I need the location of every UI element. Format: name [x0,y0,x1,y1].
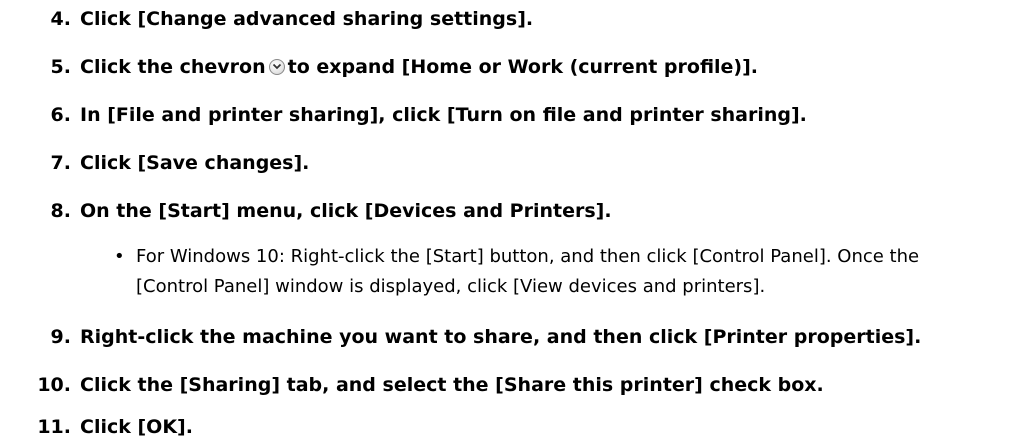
step-text: Right-click the machine you want to shar… [80,326,922,348]
step-text: In [File and printer sharing], click [Tu… [80,104,807,126]
step-number: 10. [37,374,71,396]
step-text: On the [Start] menu, click [Devices and … [80,200,612,222]
step-text: Click the [Sharing] tab, and select the … [80,374,824,396]
step-text-before: Click the chevron [80,56,266,78]
step-number: 9. [50,326,71,348]
step-number: 6. [50,104,71,126]
step-number: 4. [50,8,71,30]
step-number: 5. [50,56,71,78]
step-text: Click [Save changes]. [80,152,310,174]
note-text: For Windows 10: Right-click the [Start] … [136,246,920,297]
step-text: Click the chevron to expand [Home or Work… [80,55,758,79]
step-number: 8. [50,200,71,222]
step-number: 7. [50,152,71,174]
step-text: Click [OK]. [80,416,193,438]
step-text: Click [Change advanced sharing settings]… [80,8,534,30]
step-text-after: to expand [Home or Work (current profile… [287,56,759,78]
bullet-icon: • [114,246,125,267]
chevron-down-icon [268,59,285,75]
step-number: 11. [37,416,71,438]
